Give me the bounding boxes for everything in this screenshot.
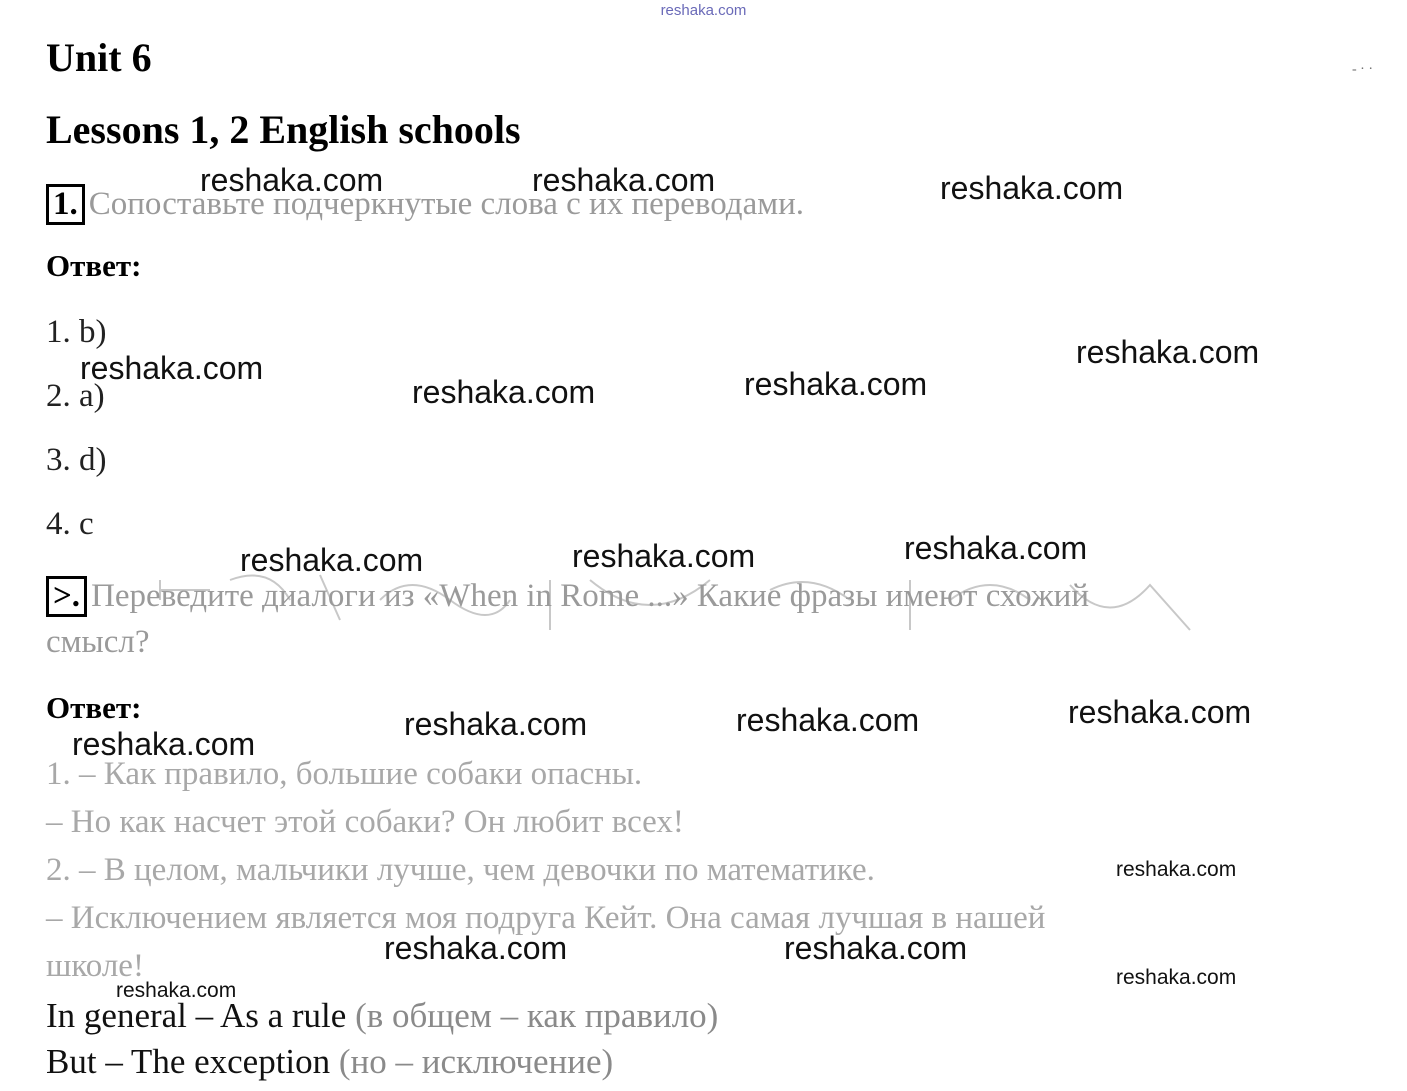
watermark: reshaka.com [744, 366, 928, 402]
watermark: reshaka.com [72, 726, 256, 762]
watermark: reshaka.com [80, 350, 264, 386]
unit-title: Unit 6 [46, 35, 152, 80]
phrase-2-en: But – The exception [46, 1042, 331, 1081]
task2-text: Переведите диалоги из «When in Rome ...»… [91, 578, 1089, 614]
dialog-line-3: 2. – В целом, мальчики лучше, чем девочк… [46, 852, 875, 888]
watermark: reshaka.com [572, 538, 756, 574]
watermark: reshaka.com [200, 162, 384, 198]
task2-answer-label: Ответ: [46, 690, 142, 725]
watermark: reshaka.com [404, 706, 588, 742]
task1-answer-4: 4. c [46, 506, 94, 542]
task1-answer-1: 1. b) [46, 314, 107, 350]
watermark: reshaka.com [1068, 694, 1252, 730]
task1-number: 1. [46, 184, 85, 225]
task2-text-continued: смысл? [46, 624, 150, 660]
dialog-line-2: – Но как насчет этой собаки? Он любит вс… [46, 804, 684, 840]
watermark: reshaka.com [940, 170, 1124, 206]
watermark: reshaka.com [412, 374, 596, 410]
phrase-2-ru: (но – исключение) [338, 1042, 614, 1081]
watermark: reshaka.com [1116, 966, 1237, 989]
watermark: reshaka.com [736, 702, 920, 738]
task2-number: >. [46, 576, 88, 617]
watermark: reshaka.com [116, 979, 237, 1002]
corner-marks: - · · [1352, 62, 1373, 77]
watermark: reshaka.com [784, 930, 968, 966]
watermark: reshaka.com [240, 542, 424, 578]
watermark: reshaka.com [1076, 334, 1260, 370]
phrase-1-ru: (в общем – как правило) [355, 996, 719, 1035]
watermark: reshaka.com [532, 162, 716, 198]
top-site-watermark: reshaka.com [660, 2, 747, 19]
phrase-pair-2: But – The exception (но – исключение) [46, 1042, 613, 1082]
task1-answer-3: 3. d) [46, 442, 107, 478]
lesson-title: Lessons 1, 2 English schools [46, 107, 521, 152]
watermark: reshaka.com [384, 930, 568, 966]
watermark: reshaka.com [904, 530, 1088, 566]
task2-prompt: >. Переведите диалоги из «When in Rome ..… [46, 576, 1089, 617]
task1-answer-label: Ответ: [46, 248, 142, 283]
watermark: reshaka.com [1116, 858, 1237, 881]
